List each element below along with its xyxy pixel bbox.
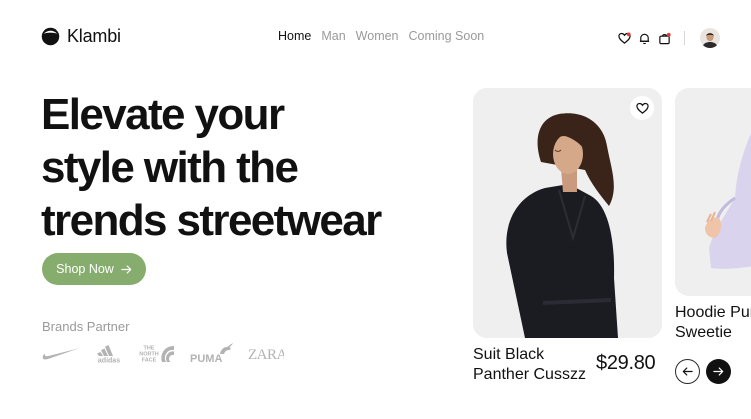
product-image[interactable] xyxy=(473,88,662,338)
brands-label: Brands Partner xyxy=(42,319,130,334)
heart-icon[interactable] xyxy=(618,32,631,45)
shop-now-label: Shop Now xyxy=(56,262,114,276)
nav-item-home[interactable]: Home xyxy=(278,29,311,43)
nav-item-coming-soon[interactable]: Coming Soon xyxy=(409,29,485,43)
main-nav: Home Man Women Coming Soon xyxy=(278,29,484,43)
product-name[interactable]: Hoodie Pur Sweetie xyxy=(675,303,751,343)
svg-text:adidas: adidas xyxy=(98,358,120,364)
hero-title: Elevate your style with the trends stree… xyxy=(41,88,421,247)
nav-item-man[interactable]: Man xyxy=(321,29,345,43)
shop-now-button[interactable]: Shop Now xyxy=(42,253,146,285)
heart-icon xyxy=(635,102,649,114)
header-actions xyxy=(618,28,720,48)
carousel-prev-button[interactable] xyxy=(675,359,700,384)
hero-title-line: trends streetwear xyxy=(41,196,382,245)
brand-logos: adidas THE NORTH FACE PUMA ZARA xyxy=(42,342,284,364)
product-price: $29.80 xyxy=(596,352,656,374)
adidas-logo: adidas xyxy=(97,345,120,364)
carousel-next-button[interactable] xyxy=(706,359,731,384)
avatar[interactable] xyxy=(700,28,720,48)
bell-icon[interactable] xyxy=(638,32,651,45)
nike-logo xyxy=(42,348,79,360)
product-name-line: Suit Black xyxy=(473,346,545,363)
product-photo xyxy=(675,88,751,296)
the-north-face-logo: THE NORTH FACE xyxy=(139,346,174,364)
arrow-right-icon xyxy=(121,264,132,274)
product-photo xyxy=(473,88,662,338)
arrow-left-icon xyxy=(682,367,693,376)
bag-icon[interactable] xyxy=(658,32,671,45)
svg-text:FACE: FACE xyxy=(142,358,157,364)
puma-logo: PUMA xyxy=(190,343,233,364)
hero-title-line: style with the xyxy=(41,143,299,192)
nav-item-women[interactable]: Women xyxy=(356,29,399,43)
product-name[interactable]: Suit Black Panther Cusszz xyxy=(473,345,593,385)
favorite-button[interactable] xyxy=(630,96,654,120)
product-image[interactable] xyxy=(675,88,751,296)
svg-text:PUMA: PUMA xyxy=(190,353,222,364)
arrow-right-icon xyxy=(713,367,724,376)
hero-title-line: Elevate your xyxy=(41,90,285,139)
product-name-line: Panther Cusszz xyxy=(473,366,586,383)
header-divider xyxy=(684,31,685,45)
brand-name: Klambi xyxy=(67,26,121,46)
svg-text:ZARA: ZARA xyxy=(248,347,284,361)
product-name-line: Sweetie xyxy=(675,324,732,341)
logo[interactable]: Klambi xyxy=(41,26,121,47)
circle-logo-icon xyxy=(41,27,60,46)
product-name-line: Hoodie Pur xyxy=(675,304,751,321)
zara-logo: ZARA xyxy=(248,347,284,361)
